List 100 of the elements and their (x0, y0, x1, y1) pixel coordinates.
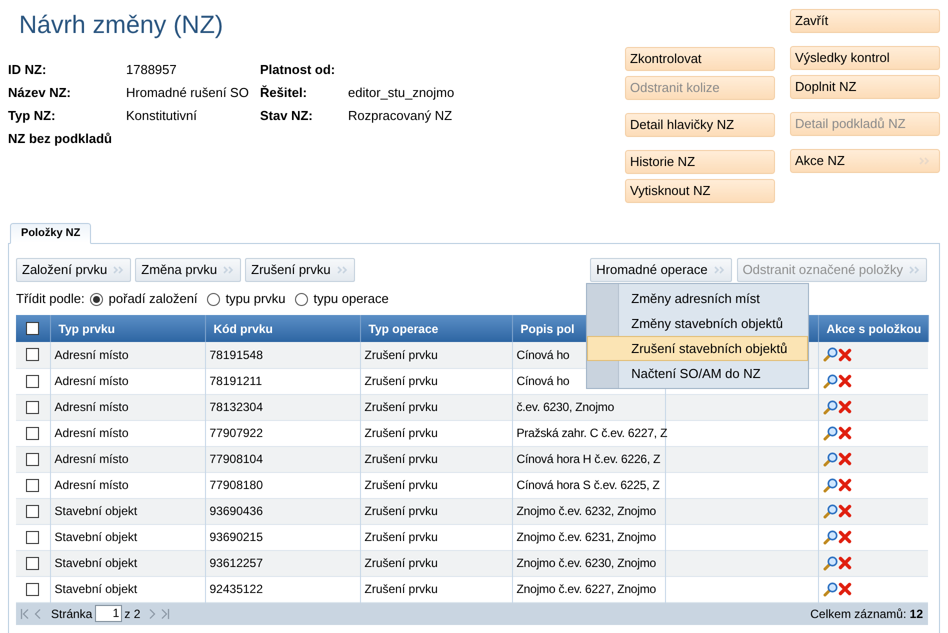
column-header: Popis pol (520, 322, 574, 336)
delete-icon[interactable] (838, 504, 852, 518)
menu-item[interactable]: Změny stavebních objektů (587, 311, 808, 336)
row-checkbox[interactable] (26, 582, 40, 596)
row-checkbox[interactable] (26, 348, 40, 362)
table-cell: Znojmo č.ev. 6232, Znojmo (516, 504, 656, 518)
action-button[interactable]: Vytisknout NZ (625, 179, 775, 203)
page-title: Návrh změny (NZ) (19, 10, 224, 40)
delete-icon[interactable] (838, 556, 852, 570)
table-cell: 92435122 (210, 582, 263, 596)
action-button[interactable]: Zkontrolovat (625, 47, 775, 71)
radio-button[interactable] (294, 292, 308, 306)
table-cell: Stavební objekt (54, 582, 138, 596)
delete-icon[interactable] (838, 348, 852, 362)
radio-button[interactable] (90, 292, 103, 306)
action-button[interactable]: Historie NZ (625, 150, 775, 174)
magnifier-icon[interactable] (822, 478, 838, 492)
radio-button[interactable] (206, 292, 220, 306)
select-all-checkbox[interactable] (26, 322, 40, 335)
table-cell: Zrušení prvku (364, 478, 438, 492)
field-label: Řešitel: (260, 84, 308, 101)
table-cell: Pražská zahr. C č.ev. 6227, Z (516, 426, 668, 440)
toolbar-button[interactable]: Změna prvku (135, 258, 242, 282)
total-count: Celkem záznamů: 12 (810, 606, 923, 622)
action-button[interactable]: Výsledky kontrol (790, 46, 940, 70)
radio-label[interactable]: typu prvku (226, 289, 286, 309)
delete-icon[interactable] (838, 374, 852, 388)
delete-icon[interactable] (838, 530, 852, 544)
delete-icon[interactable] (838, 478, 852, 492)
field-label: Název NZ: (8, 84, 72, 101)
toolbar-button[interactable]: Hromadné operace (590, 258, 732, 282)
table-cell: Zrušení prvku (364, 530, 438, 544)
table-cell: Znojmo č.ev. 6230, Znojmo (516, 556, 656, 570)
field-label: ID NZ: (8, 61, 48, 78)
table-cell: Zrušení prvku (364, 400, 438, 414)
column-header: Typ operace (368, 322, 438, 336)
table-cell: č.ev. 6230, Znojmo (516, 400, 614, 414)
row-checkbox[interactable] (26, 374, 40, 388)
delete-icon[interactable] (838, 582, 852, 596)
menu-item[interactable]: Zrušení stavebních objektů (587, 336, 808, 361)
field-value: editor_stu_znojmo (348, 84, 456, 101)
toolbar-button[interactable]: Založení prvku (16, 258, 132, 282)
radio-label[interactable]: typu operace (314, 289, 389, 309)
field-value: 1788957 (126, 61, 178, 78)
row-checkbox[interactable] (26, 452, 40, 466)
column-header: Akce s položkou (826, 322, 922, 336)
row-checkbox[interactable] (26, 400, 40, 414)
magnifier-icon[interactable] (822, 530, 838, 544)
row-checkbox[interactable] (26, 478, 40, 492)
delete-icon[interactable] (838, 426, 852, 440)
page-input[interactable]: 1 (95, 605, 122, 622)
menu-item[interactable]: Načtení SO/AM do NZ (587, 361, 808, 386)
column-header: Kód prvku (214, 322, 273, 336)
table-cell: 93612257 (210, 556, 263, 570)
table-cell: 77907922 (210, 426, 263, 440)
chevrons-icon (909, 266, 921, 274)
magnifier-icon[interactable] (822, 504, 838, 518)
table-cell: Stavební objekt (54, 504, 138, 518)
magnifier-icon[interactable] (822, 582, 838, 596)
table-cell: Cínová hora H č.ev. 6226, Z (516, 452, 660, 466)
field-value: Hromadné rušení SO (126, 84, 250, 101)
row-checkbox[interactable] (26, 426, 40, 440)
chevrons-icon (223, 266, 236, 274)
table-cell: Zrušení prvku (364, 582, 438, 596)
menu-item[interactable]: Změny adresních míst (587, 286, 808, 311)
field-label: Platnost od: (260, 61, 336, 78)
magnifier-icon[interactable] (822, 556, 838, 570)
delete-icon[interactable] (838, 452, 852, 466)
table-cell: Adresní místo (54, 452, 129, 466)
magnifier-icon[interactable] (822, 374, 838, 388)
magnifier-icon[interactable] (822, 400, 838, 414)
delete-icon[interactable] (838, 400, 852, 414)
table-cell: Adresní místo (54, 478, 129, 492)
note-text: NZ bez podkladů (8, 130, 113, 147)
table-cell: Znojmo č.ev. 6227, Znojmo (516, 582, 656, 596)
toolbar-button[interactable]: Zrušení prvku (245, 258, 355, 282)
table-cell: Stavební objekt (54, 556, 138, 570)
row-checkbox[interactable] (26, 504, 40, 518)
radio-label[interactable]: pořadí založení (108, 289, 198, 309)
table-cell: Zrušení prvku (364, 374, 438, 388)
table-cell: 78191211 (210, 374, 262, 388)
page-count: z 2 (124, 606, 140, 622)
action-button[interactable]: Zavřít (790, 9, 940, 33)
page-label: Stránka (51, 606, 92, 622)
action-button[interactable]: Akce NZ (790, 149, 940, 173)
table-cell: 93690436 (210, 504, 263, 518)
field-label: Stav NZ: (260, 107, 314, 124)
table-cell: Zrušení prvku (364, 556, 438, 570)
action-button[interactable]: Detail hlavičky NZ (625, 113, 775, 137)
table-cell: 78191548 (210, 348, 263, 362)
magnifier-icon[interactable] (822, 426, 838, 440)
table-cell: Zrušení prvku (364, 504, 438, 518)
magnifier-icon[interactable] (822, 347, 838, 362)
row-checkbox[interactable] (26, 530, 40, 544)
action-button[interactable]: Doplnit NZ (790, 75, 940, 99)
magnifier-icon[interactable] (822, 452, 838, 466)
row-checkbox[interactable] (26, 556, 40, 570)
tab[interactable]: Položky NZ (10, 223, 92, 244)
table-cell: Adresní místo (54, 426, 129, 440)
table-cell: Adresní místo (54, 348, 129, 362)
